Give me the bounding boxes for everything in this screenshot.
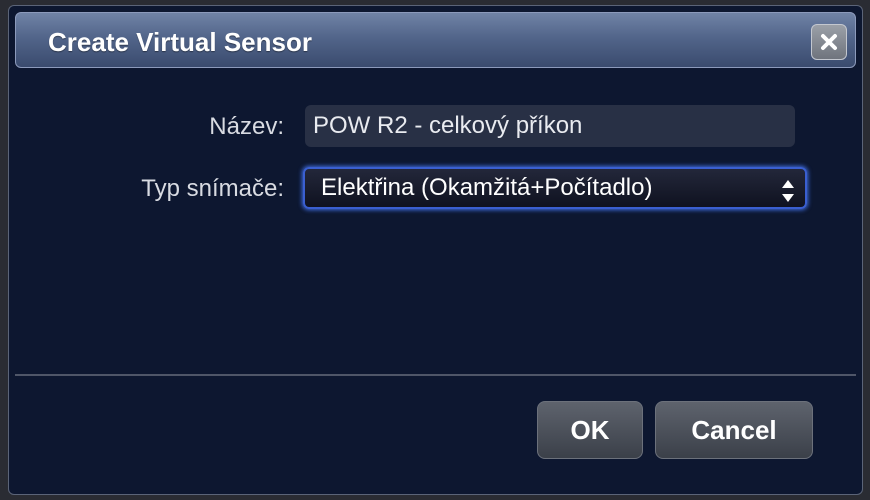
ok-button[interactable]: OK	[537, 401, 643, 459]
cancel-button[interactable]: Cancel	[655, 401, 813, 459]
footer-divider	[15, 374, 856, 376]
name-input[interactable]	[305, 105, 795, 147]
create-virtual-sensor-dialog: Create Virtual Sensor Název: Typ snímače…	[8, 5, 863, 495]
dialog-title: Create Virtual Sensor	[48, 27, 312, 57]
sensor-type-select[interactable]: Elektřina (Okamžitá+Počítadlo)	[303, 167, 807, 209]
sensor-type-selected-value: Elektřina (Okamžitá+Počítadlo)	[321, 174, 653, 201]
dialog-titlebar[interactable]: Create Virtual Sensor	[15, 12, 856, 68]
close-icon	[820, 33, 838, 51]
name-row: Název:	[9, 105, 862, 149]
close-button[interactable]	[811, 24, 847, 60]
select-arrows-icon	[781, 177, 795, 215]
sensor-type-row: Typ snímače: Elektřina (Okamžitá+Počítad…	[9, 167, 862, 211]
sensor-type-label: Typ snímače:	[141, 175, 284, 202]
name-label: Název:	[209, 113, 284, 140]
